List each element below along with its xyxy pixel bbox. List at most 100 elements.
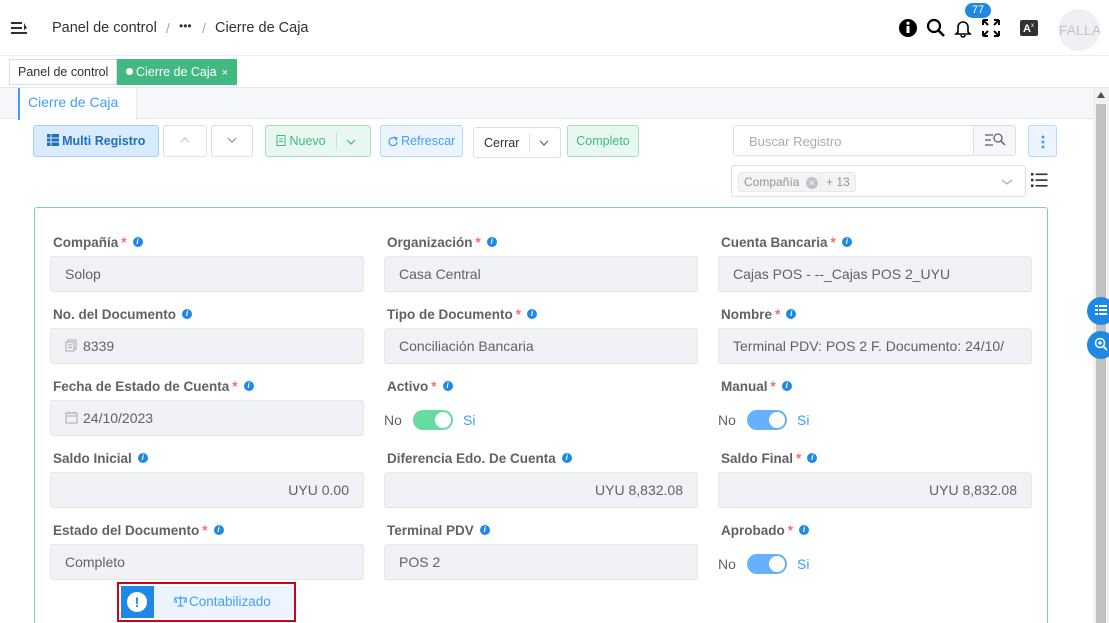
chip-label: Compañía (744, 175, 800, 189)
aprobado-no-label: No (718, 556, 736, 572)
breadcrumb-more[interactable]: ••• (179, 19, 192, 33)
aprobado-switch[interactable] (747, 554, 787, 574)
info-icon: i (561, 453, 572, 463)
previous-record-button[interactable] (163, 125, 207, 157)
info-icon: i (786, 309, 797, 319)
breadcrumb-separator: / (202, 20, 206, 36)
scroll-up-arrow-icon[interactable] (1097, 92, 1105, 98)
breadcrumb-home[interactable]: Panel de control (52, 20, 157, 36)
scroll-thumb[interactable] (1096, 104, 1106, 623)
close-icon[interactable]: × (222, 67, 228, 79)
fecha-estado-field[interactable]: 24/10/2023 (50, 400, 364, 436)
refresh-icon (388, 136, 398, 146)
diferencia-field[interactable]: UYU 8,832.08 (384, 472, 698, 508)
label-estado-documento: Estado del Documento * i (53, 523, 224, 538)
activo-no-label: No (384, 412, 402, 428)
activo-switch[interactable] (413, 410, 453, 430)
manual-no-label: No (718, 412, 736, 428)
tab-header: Cierre de Caja (0, 88, 1093, 120)
active-dot-icon (126, 68, 133, 75)
filter-chip-more: + 13 (820, 172, 856, 192)
next-record-button[interactable] (211, 125, 253, 157)
chip-close-icon[interactable]: × (805, 177, 818, 189)
activo-si-label: Si (463, 412, 476, 428)
tag-cierre-de-caja[interactable]: Cierre de Caja × (117, 59, 238, 85)
cuenta-bancaria-field[interactable]: Cajas POS - --_Cajas POS 2_UYU (718, 256, 1032, 292)
nuevo-button[interactable]: Nuevo (265, 125, 371, 157)
tab-cierre-de-caja[interactable]: Cierre de Caja (18, 88, 137, 120)
refrescar-button[interactable]: Refrescar (380, 125, 463, 157)
label-saldo-final: Saldo Final * i (721, 451, 818, 466)
fullscreen-icon[interactable] (981, 18, 1001, 38)
document-icon (276, 135, 286, 146)
list-icon[interactable] (1031, 172, 1048, 188)
alert-icon: ! (121, 586, 154, 618)
search-box[interactable]: Buscar Registro (733, 125, 1016, 156)
filter-fields-select[interactable]: Compañía × + 13 (731, 165, 1026, 197)
more-options-button[interactable] (1028, 125, 1057, 157)
tag-panel-de-control[interactable]: Panel de control (9, 59, 118, 85)
tag-label: Panel de control (18, 65, 109, 79)
side-panel-zoom-button[interactable] (1087, 331, 1109, 359)
refrescar-label: Refrescar (401, 134, 456, 148)
calendar-icon (65, 411, 78, 424)
organizacion-field[interactable]: Casa Central (384, 256, 698, 292)
info-icon: i (799, 525, 810, 535)
bell-icon[interactable] (953, 18, 973, 38)
translate-icon[interactable]: A x (1019, 18, 1039, 38)
info-icon: i (213, 525, 224, 535)
list-icon (1095, 305, 1107, 315)
label-manual: Manual * i (721, 379, 792, 394)
label-fecha-estado: Fecha de Estado de Cuenta * i (53, 379, 254, 394)
saldo-final-field[interactable]: UYU 8,832.08 (718, 472, 1032, 508)
multi-registro-label: Multi Registro (62, 134, 146, 148)
document-status-indicator[interactable]: ! Contabilizado (117, 582, 296, 622)
hamburger-icon[interactable] (10, 19, 28, 37)
label-nombre: Nombre * i (721, 307, 797, 322)
completo-button[interactable]: Completo (567, 125, 639, 157)
fecha-estado-value: 24/10/2023 (83, 410, 154, 426)
cerrar-button[interactable]: Cerrar (473, 127, 561, 158)
manual-si-label: Si (797, 412, 810, 428)
tag-label: Cierre de Caja (136, 65, 217, 79)
breadcrumb-current: Cierre de Caja (215, 20, 309, 36)
top-navbar: Panel de control / ••• / Cierre de Caja … (0, 0, 1109, 56)
info-icon: i (442, 381, 453, 391)
svg-text:x: x (1031, 23, 1034, 29)
zoom-in-icon (1094, 337, 1108, 351)
avatar[interactable]: FALLA (1058, 9, 1100, 51)
chevron-down-icon[interactable] (539, 138, 549, 148)
tipo-documento-field[interactable]: Conciliación Bancaria (384, 328, 698, 364)
estado-documento-field[interactable]: Completo (50, 544, 364, 580)
info-icon: i (243, 381, 254, 391)
search-button[interactable] (973, 126, 1015, 155)
info-icon: i (479, 525, 490, 535)
no-documento-value: 8339 (83, 338, 115, 354)
compania-field[interactable]: Solop (50, 256, 364, 292)
side-panel-list-button[interactable] (1087, 297, 1109, 325)
label-no-documento: No. del Documento i (53, 307, 193, 322)
no-documento-field[interactable]: 8339 (50, 328, 364, 364)
balance-scale-icon (174, 596, 187, 607)
info-icon: i (486, 237, 497, 247)
label-compania: Compañía * i (53, 235, 143, 250)
multi-registro-button[interactable]: Multi Registro (33, 125, 159, 157)
manual-switch[interactable] (747, 410, 787, 430)
search-input[interactable]: Buscar Registro (749, 134, 841, 149)
terminal-pdv-field[interactable]: POS 2 (384, 544, 698, 580)
label-terminal-pdv: Terminal PDV i (387, 523, 490, 538)
info-icon[interactable] (898, 18, 918, 38)
info-icon: i (527, 309, 538, 319)
info-icon: i (781, 381, 792, 391)
chevron-down-icon[interactable] (1001, 177, 1013, 187)
search-icon[interactable] (926, 18, 946, 38)
status-text: Contabilizado (189, 594, 271, 609)
chevron-down-icon[interactable] (346, 137, 356, 147)
saldo-inicial-field[interactable]: UYU 0.00 (50, 472, 364, 508)
nombre-field[interactable]: Terminal PDV: POS 2 F. Documento: 24/10/ (718, 328, 1032, 364)
label-saldo-inicial: Saldo Inicial i (53, 451, 148, 466)
copy-icon (65, 339, 77, 352)
list-search-icon (985, 133, 1006, 146)
info-icon: i (807, 453, 818, 463)
label-tipo-documento: Tipo de Documento * i (387, 307, 538, 322)
